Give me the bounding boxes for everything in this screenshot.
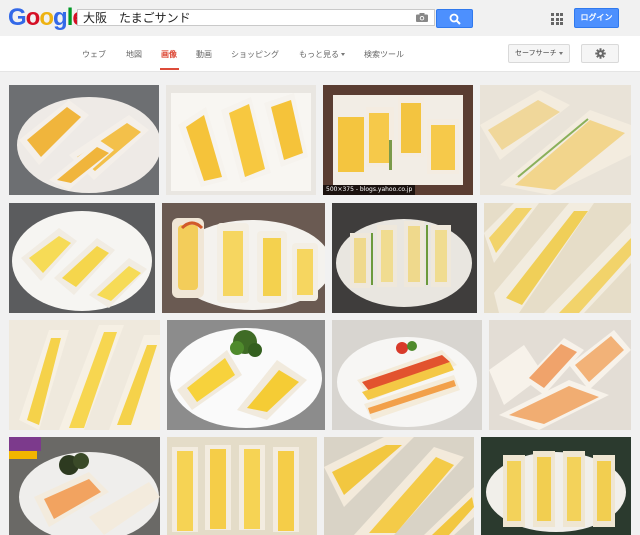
image-caption: 500×375 - blogs.yahoo.co.jp [323, 185, 416, 195]
image-result[interactable] [332, 320, 482, 430]
image-result[interactable] [167, 320, 325, 430]
logo-letter: o [39, 4, 54, 31]
image-result[interactable] [9, 320, 160, 430]
chevron-down-icon [558, 51, 563, 55]
image-result[interactable] [489, 320, 631, 430]
search-query: 大阪 たまごサンド [83, 11, 191, 25]
header-bar: Google 大阪 たまごサンド ログイン [0, 0, 640, 36]
image-result[interactable] [484, 203, 631, 313]
image-result[interactable] [166, 85, 316, 195]
camera-icon[interactable] [416, 13, 428, 22]
tab-shopping[interactable]: ショッピング [231, 49, 279, 60]
google-logo[interactable]: Google [8, 4, 86, 31]
tab-more-label: もっと見る [299, 50, 339, 59]
chevron-down-icon [341, 53, 345, 56]
image-result[interactable] [480, 85, 631, 195]
tab-web[interactable]: ウェブ [82, 49, 106, 60]
logo-letter: o [25, 4, 41, 31]
image-results-grid: 500×375 - blogs.yahoo.co.jp [0, 72, 640, 535]
tab-more[interactable]: もっと見る [299, 49, 345, 60]
safesearch-label: セーフサーチ [515, 49, 557, 57]
tab-maps[interactable]: 地図 [126, 49, 142, 60]
login-button[interactable]: ログイン [574, 8, 619, 28]
search-icon [449, 13, 461, 25]
search-button[interactable] [436, 9, 473, 28]
image-result[interactable] [162, 203, 325, 313]
tab-search-tools[interactable]: 検索ツール [364, 49, 404, 60]
image-result[interactable] [9, 437, 160, 535]
logo-letter: G [8, 4, 27, 31]
active-tab-indicator [160, 68, 179, 70]
image-result[interactable] [324, 437, 474, 535]
settings-button[interactable] [581, 44, 619, 63]
image-result[interactable] [167, 437, 317, 535]
image-result[interactable] [9, 85, 159, 195]
image-result[interactable] [9, 203, 155, 313]
image-result[interactable] [481, 437, 631, 535]
tab-videos[interactable]: 動画 [196, 49, 212, 60]
safesearch-button[interactable]: セーフサーチ [508, 44, 570, 63]
logo-letter: g [53, 4, 68, 31]
search-input[interactable]: 大阪 たまごサンド [77, 9, 435, 26]
image-result[interactable]: 500×375 - blogs.yahoo.co.jp [323, 85, 473, 195]
tab-images[interactable]: 画像 [161, 49, 177, 60]
image-result[interactable] [332, 203, 477, 313]
gear-icon [595, 48, 606, 59]
apps-grid-icon[interactable] [551, 13, 563, 25]
